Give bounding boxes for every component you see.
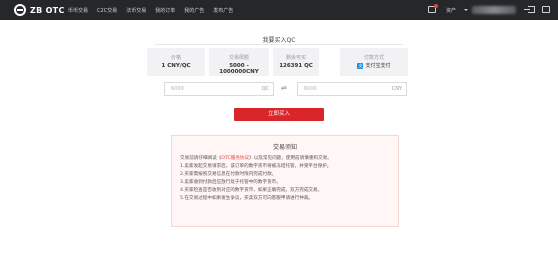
user-account-redacted[interactable] [472,6,516,14]
logout-icon[interactable] [524,6,535,13]
notice-intro-before: 交易前请仔细阅读《 [180,156,222,161]
zb-logo-icon [14,4,26,16]
notice-intro-after: 》以及常见问题，使用前请慎重和交易。 [249,156,332,161]
notice-item-5: 5.在交易过程中如果发生争议，买卖双方可向客服申请进行仲裁。 [180,196,314,201]
cny-amount-placeholder: 6000 [304,86,317,92]
logo[interactable]: ZB OTC [14,4,65,16]
nav-fiat-trade[interactable]: 法币交易 [126,7,146,14]
nav-c2c-trade[interactable]: C2C交易 [97,7,117,14]
language-icon[interactable] [542,6,550,13]
otc-agreement-link[interactable]: OTC服务协议 [221,156,249,161]
nav-my-orders[interactable]: 我的订单 [155,7,175,14]
swap-arrows-icon: ⇌ [281,84,287,92]
notice-item-4: 4.买家检查是否收到对应的数字货币，如果正确完成，双方完成交易。 [180,188,323,193]
payment-card: 付款方式 支 支付宝支付 [340,48,408,76]
chevron-down-icon [464,9,468,11]
notice-item-2: 2.买家需按照交易信息在付款时限内完成付款。 [180,172,277,177]
payment-method: 支 支付宝支付 [340,62,408,69]
notice-body: 交易前请仔细阅读《OTC服务协议》以及常见问题，使用前请慎重和交易。 1.卖家发… [180,155,394,203]
notice-intro: 交易前请仔细阅读《OTC服务协议》以及常见问题，使用前请慎重和交易。 [180,155,394,163]
payment-label: 付款方式 [363,55,384,61]
title-divider [155,44,403,45]
nav-post-ad[interactable]: 发布广告 [213,7,233,14]
notice-title: 交易须知 [272,144,297,151]
logo-text: ZB OTC [30,5,65,15]
remaining-value: 126391 QC [279,63,313,69]
price-label: 价格 [170,55,181,61]
nav-coin-trade[interactable]: 币币交易 [68,7,88,14]
notification-dot [434,4,438,8]
nav-my-ads[interactable]: 我的广告 [184,7,204,14]
price-card: 价格 1 CNY/QC [147,48,205,76]
notice-item-1: 1.卖家发起交易请求后，该订单的数字货币将被冻结托管，并受平台保护。 [180,164,332,169]
buy-now-button[interactable]: 立即买入 [234,108,324,121]
cny-amount-input[interactable]: 6000 CNY [297,82,407,96]
page-title: 我要买入QC [262,37,296,44]
qc-amount-input[interactable]: 6000 QC [164,82,274,96]
header-tools: 资产 [424,0,558,20]
trade-notice-box: 交易须知 交易前请仔细阅读《OTC服务协议》以及常见问题，使用前请慎重和交易。 … [171,135,399,227]
limit-card: 交易限额 5000 - 1000000CNY [209,48,269,76]
qc-unit-label: QC [261,86,269,92]
payment-method-text: 支付宝支付 [365,63,391,69]
assets-menu[interactable]: 资产 [446,7,456,14]
top-nav-bar: ZB OTC 币币交易 C2C交易 法币交易 我的订单 我的广告 发布广告 资产 [0,0,558,20]
cny-unit-label: CNY [391,86,402,92]
remaining-card: 剩余可买 126391 QC [273,48,319,76]
main-nav: 币币交易 C2C交易 法币交易 我的订单 我的广告 发布广告 [68,0,242,20]
qc-amount-placeholder: 6000 [171,86,184,92]
price-value: 1 CNY/QC [161,63,191,69]
remaining-label: 剩余可买 [285,55,306,61]
alipay-icon: 支 [357,62,364,69]
notice-item-3: 3.卖家收到付款后应放行处于托管中的数字货币。 [180,180,281,185]
limit-value: 5000 - 1000000CNY [219,63,259,75]
limit-label: 交易限额 [228,55,249,61]
